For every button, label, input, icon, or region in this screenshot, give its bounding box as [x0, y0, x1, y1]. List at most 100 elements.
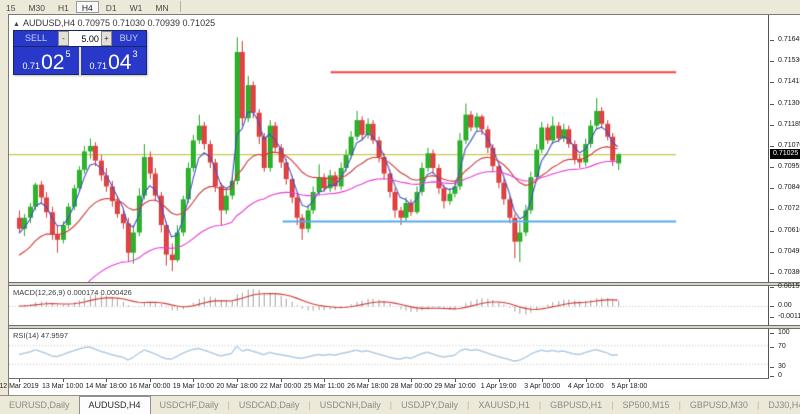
timeframe-h1[interactable]: H1 — [52, 1, 75, 13]
price-tick-label: 0.70610 — [778, 227, 800, 234]
time-tick-label: 28 Mar 00:00 — [391, 383, 432, 390]
rsi-canvas[interactable] — [9, 329, 769, 379]
time-tick-label: 5 Apr 18:00 — [611, 383, 647, 390]
price-tick-label: 0.71645 — [778, 36, 800, 43]
axis-tick — [770, 104, 774, 105]
price-tick-label: 0.71185 — [778, 121, 800, 128]
timeframe-toolbar: 15M30H1H4D1W1MN — [0, 0, 800, 13]
timeframe-mn[interactable]: MN — [149, 1, 174, 13]
time-tick — [499, 379, 500, 382]
time-tick-label: 4 Apr 10:00 — [568, 383, 604, 390]
buy-price-button[interactable]: 0.71 04 3 — [81, 47, 146, 75]
time-tick — [629, 379, 630, 382]
rsi-scale-label: 30 — [778, 363, 800, 370]
toolbar-separator — [180, 1, 181, 12]
tab-dj30-h4[interactable]: DJ30,H4 — [759, 398, 800, 414]
axis-tick — [770, 273, 774, 274]
macd-scale-label: 0.00 — [778, 302, 800, 309]
axis-tick — [770, 146, 774, 147]
buy-price-sup: 3 — [132, 49, 137, 59]
tab-gbpusd-h1[interactable]: GBPUSD,H1 — [541, 398, 611, 414]
sell-price-button[interactable]: 0.71 02 5 — [14, 47, 79, 75]
price-tick-label: 0.70840 — [778, 184, 800, 191]
axis-tick — [770, 82, 774, 83]
volume-input[interactable] — [69, 31, 101, 46]
volume-increase-button[interactable]: + — [101, 31, 112, 46]
axis-tick — [770, 367, 774, 368]
time-tick — [324, 379, 325, 382]
time-tick — [237, 379, 238, 382]
time-tick-label: 26 Mar 18:00 — [347, 383, 388, 390]
time-tick-label: 19 Mar 10:00 — [173, 383, 214, 390]
price-tick-label: 0.70380 — [778, 269, 800, 276]
time-tick — [193, 379, 194, 382]
chart-title-text: AUDUSD,H4 0.70975 0.71030 0.70939 0.7102… — [23, 18, 215, 28]
time-tick-label: 16 Mar 00:00 — [129, 383, 170, 390]
axis-tick — [770, 167, 774, 168]
tab-xauusd-h1[interactable]: XAUUSD,H1 — [469, 398, 539, 414]
buy-button[interactable]: BUY — [112, 31, 146, 46]
timeframe-w1[interactable]: W1 — [124, 1, 149, 13]
collapse-panel-icon[interactable]: ▲ — [13, 21, 20, 28]
price-tick-label: 0.70495 — [778, 248, 800, 255]
timeframe-d1[interactable]: D1 — [100, 1, 123, 13]
timeframe-15[interactable]: 15 — [0, 1, 21, 13]
rsi-scale-label: 70 — [778, 343, 800, 350]
sell-price-sup: 5 — [65, 49, 70, 59]
time-tick — [455, 379, 456, 382]
sell-button[interactable]: SELL — [14, 31, 58, 46]
timeframe-m30[interactable]: M30 — [22, 1, 51, 13]
chart-title: ▲AUDUSD,H4 0.70975 0.71030 0.70939 0.710… — [13, 18, 215, 28]
time-tick — [368, 379, 369, 382]
axis-tick — [770, 125, 774, 126]
macd-scale-label: -0.001176 — [778, 313, 800, 320]
price-tick-label: 0.70955 — [778, 163, 800, 170]
axis-tick — [770, 61, 774, 62]
tab-usdjpy-daily[interactable]: USDJPY,Daily — [392, 398, 467, 414]
tab-sp500-m15[interactable]: SP500,M15 — [614, 398, 679, 414]
buy-price-big: 04 — [108, 52, 131, 73]
axis-tick — [770, 209, 774, 210]
time-tick — [150, 379, 151, 382]
tab-usdcnh-daily[interactable]: USDCNH,Daily — [311, 398, 390, 414]
axis-tick — [770, 287, 774, 288]
buy-price-frac: 0.71 — [90, 61, 108, 71]
tab-audusd-h4[interactable]: AUDUSD,H4 — [79, 396, 151, 414]
axis-tick — [770, 40, 774, 41]
volume-decrease-button[interactable]: - — [58, 31, 69, 46]
tab-usdcad-daily[interactable]: USDCAD,Daily — [230, 398, 309, 414]
axis-tick — [770, 252, 774, 253]
time-tick-label: 12 Mar 2019 — [0, 383, 39, 390]
time-tick-label: 14 Mar 18:00 — [86, 383, 127, 390]
tab-eurusd-daily[interactable]: EURUSD,Daily — [0, 398, 79, 414]
time-tick-label: 29 Mar 10:00 — [434, 383, 475, 390]
axis-tick — [770, 306, 774, 307]
price-tick-label: 0.71415 — [778, 78, 800, 85]
time-axis[interactable]: 12 Mar 201913 Mar 10:0014 Mar 18:0016 Ma… — [9, 380, 800, 396]
price-tick-label: 0.70725 — [778, 205, 800, 212]
rsi-label: RSI(14) 47.9597 — [13, 331, 68, 340]
tab-gbpusd-m30[interactable]: GBPUSD,M30 — [681, 398, 757, 414]
tab-usdchf-daily[interactable]: USDCHF,Daily — [151, 398, 228, 414]
time-tick — [586, 379, 587, 382]
axis-tick — [770, 347, 774, 348]
timeframe-h4[interactable]: H4 — [76, 1, 99, 13]
time-tick-label: 3 Apr 00:00 — [524, 383, 560, 390]
time-tick-label: 20 Mar 18:00 — [216, 383, 257, 390]
time-tick-label: 1 Apr 19:00 — [481, 383, 517, 390]
axis-tick — [770, 231, 774, 232]
time-tick — [63, 379, 64, 382]
price-tick-label: 0.71530 — [778, 57, 800, 64]
axis-tick — [770, 333, 774, 334]
macd-label: MACD(12,26,9) 0.000174 0.000426 — [13, 288, 132, 297]
time-tick-label: 22 Mar 00:00 — [260, 383, 301, 390]
terminal-window: { "toolbar": { "timeframes": ["15","M30"… — [0, 0, 800, 414]
sell-price-frac: 0.71 — [23, 61, 41, 71]
price-tick-label: 0.71070 — [778, 142, 800, 149]
axis-tick — [770, 376, 774, 377]
macd-scale-label: 0.001555 — [778, 283, 800, 290]
time-tick — [19, 379, 20, 382]
time-tick-label: 25 Mar 11:00 — [304, 383, 345, 390]
time-tick — [281, 379, 282, 382]
rsi-scale-label: 100 — [778, 329, 800, 336]
